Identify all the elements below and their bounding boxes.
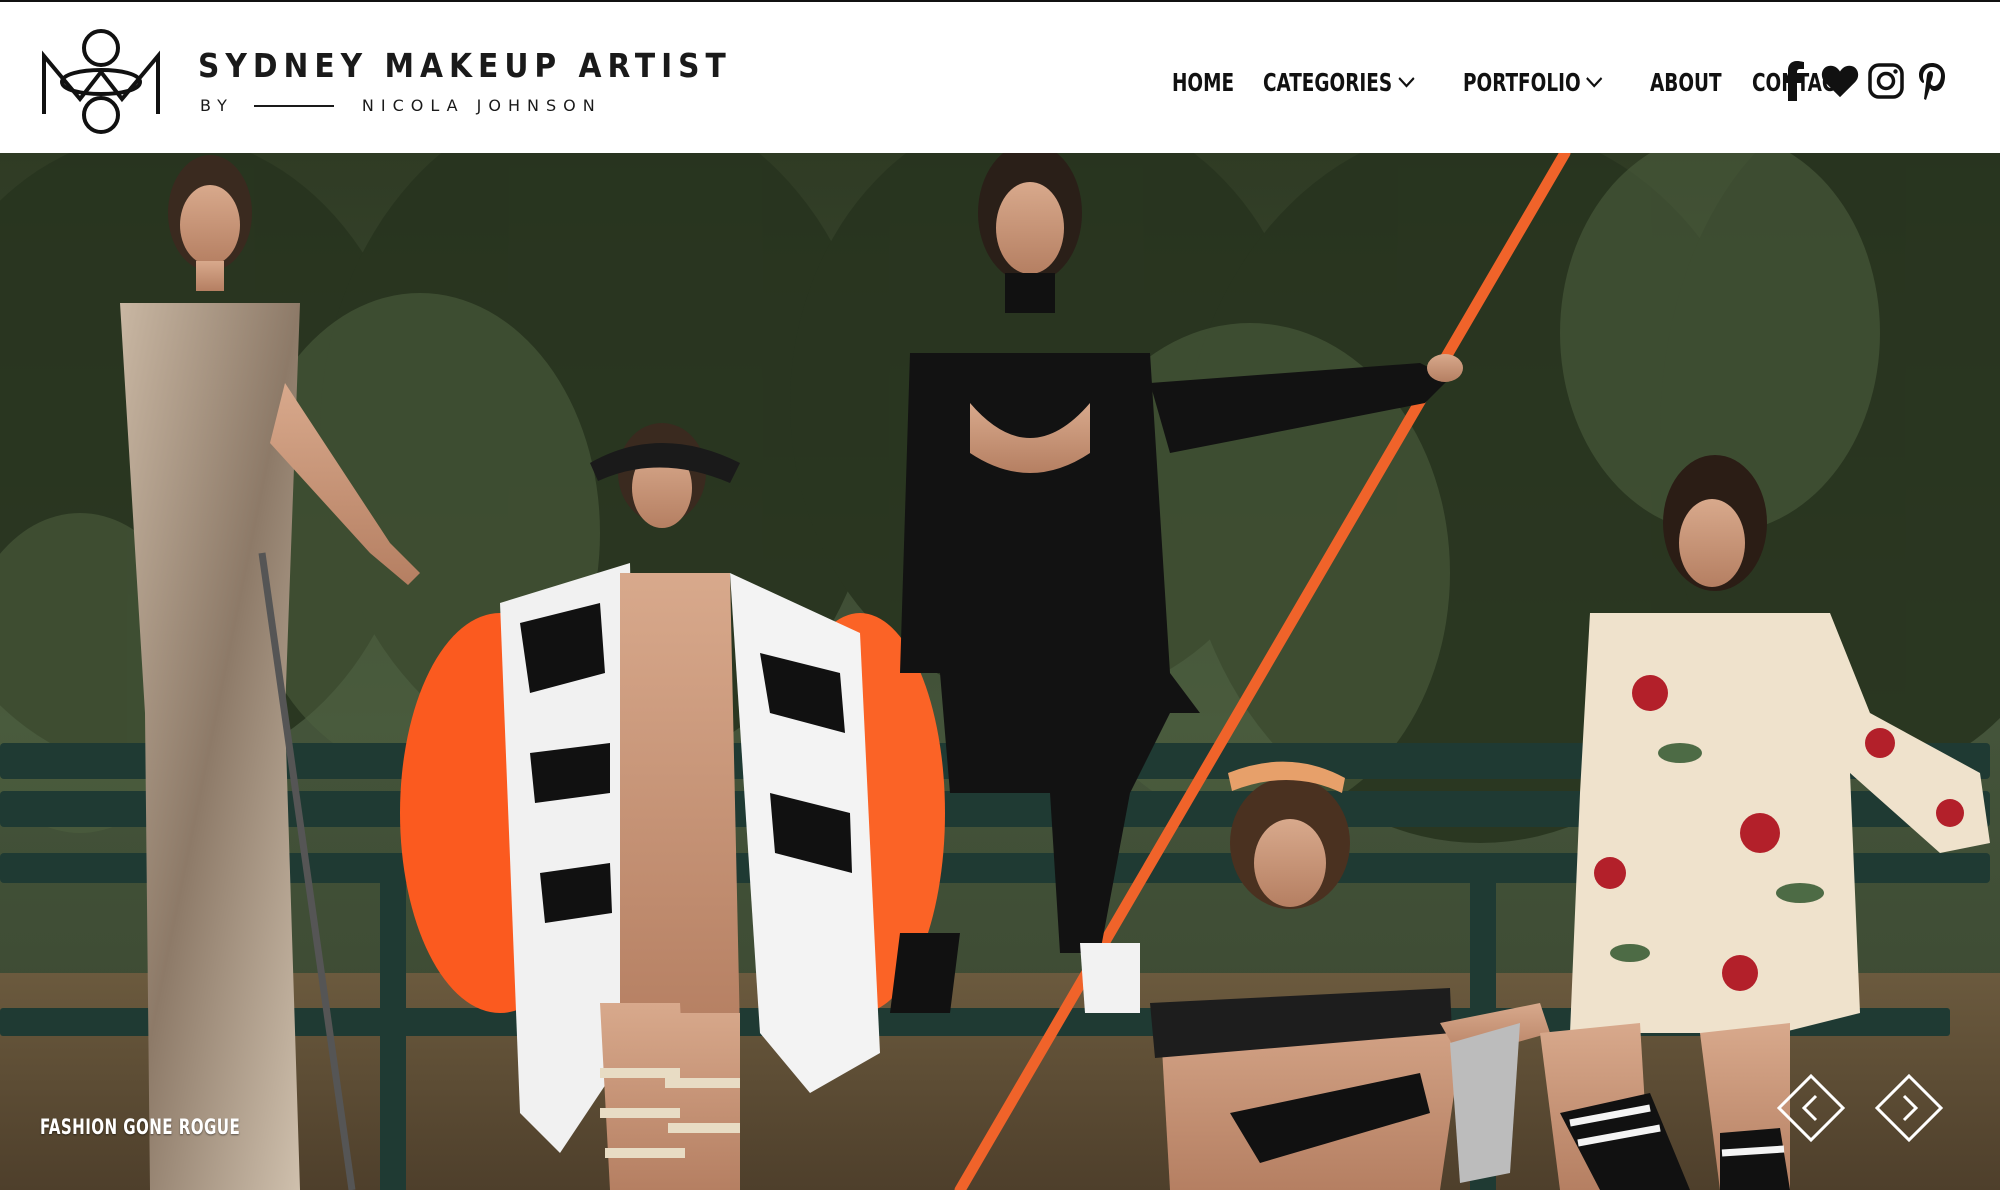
- site-header: SYDNEY MAKEUP ARTIST BY NICOLA JOHNSON H…: [0, 0, 2000, 153]
- pinterest-icon: [1919, 63, 1945, 100]
- nav-item-label: ABOUT: [1649, 67, 1722, 97]
- nav-item-about[interactable]: ABOUT: [1650, 68, 1722, 97]
- logo-monogram-icon: [42, 29, 160, 134]
- site-logo-link[interactable]: SYDNEY MAKEUP ARTIST BY NICOLA JOHNSON: [40, 24, 726, 139]
- nav-item-portfolio[interactable]: PORTFOLIO: [1463, 68, 1604, 97]
- brand-name: NICOLA JOHNSON: [361, 96, 602, 115]
- brand-by: BY: [200, 96, 234, 115]
- hero-photo: [0, 153, 2000, 1190]
- heart-icon: [1821, 65, 1859, 98]
- facebook-icon: [1783, 61, 1804, 101]
- instagram-icon: [1868, 63, 1904, 99]
- chevron-down-icon: [1586, 77, 1603, 88]
- nav-item-label: HOME: [1172, 67, 1235, 97]
- nav-item-label: PORTFOLIO: [1463, 67, 1581, 97]
- page-bottom-edge: [0, 1190, 2000, 1200]
- pinterest-link[interactable]: [1913, 60, 1951, 102]
- nav-item-label: CATEGORIES: [1262, 67, 1392, 97]
- nav-item-home[interactable]: HOME: [1172, 68, 1234, 97]
- chevron-down-icon: [1397, 77, 1414, 88]
- hero-caption[interactable]: FASHION GONE ROGUE: [40, 1115, 240, 1139]
- nav-item-categories[interactable]: CATEGORIES: [1263, 68, 1415, 97]
- brand-title: SYDNEY MAKEUP ARTIST: [198, 46, 732, 85]
- heart-link[interactable]: [1821, 60, 1859, 102]
- slider-next-button[interactable]: [1874, 1073, 1944, 1143]
- instagram-link[interactable]: [1867, 60, 1905, 102]
- chevron-left-diamond-icon: [1776, 1073, 1846, 1143]
- hero-slider: FASHION GONE ROGUE: [0, 153, 2000, 1190]
- brand-divider: [253, 104, 334, 107]
- chevron-right-diamond-icon: [1874, 1073, 1944, 1143]
- slider-prev-button[interactable]: [1776, 1073, 1846, 1143]
- brand-subtitle: BY NICOLA JOHNSON: [200, 96, 602, 115]
- facebook-link[interactable]: [1775, 60, 1813, 102]
- social-links: [1775, 60, 1959, 102]
